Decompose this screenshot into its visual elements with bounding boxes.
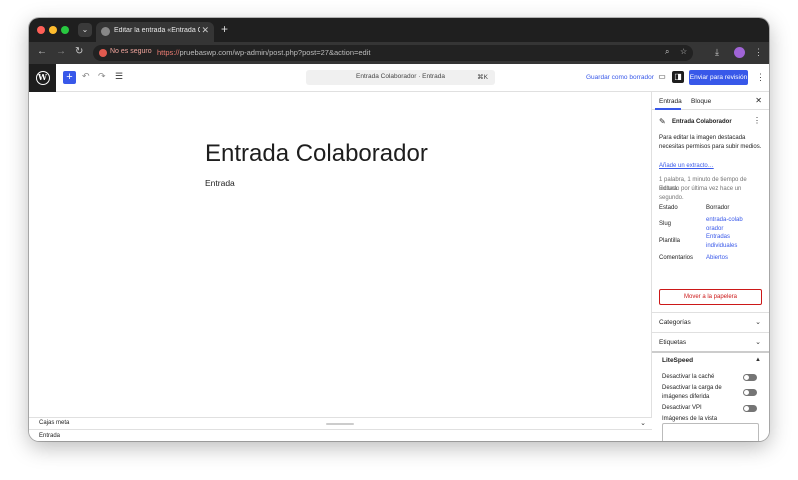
slug-label: Slug — [659, 221, 672, 227]
save-draft-button[interactable]: Guardar como borrador — [586, 74, 654, 81]
settings-sidebar: Entrada Bloque ✕ ✎ Entrada Colaborador ⋮… — [652, 92, 769, 441]
chevron-up-icon[interactable]: ▲ — [755, 357, 761, 363]
download-icon[interactable]: ⤓ — [715, 47, 719, 58]
url-scheme: https:// — [157, 48, 180, 57]
last-edited: Editado por última vez hace un segundo. — [659, 186, 742, 201]
maximize-window-button[interactable] — [61, 26, 69, 34]
close-sidebar-icon[interactable]: ✕ — [755, 96, 762, 105]
new-tab-button[interactable]: + — [221, 22, 228, 36]
command-palette-bar[interactable]: Entrada Colaborador · Entrada ⌘K — [306, 70, 495, 85]
command-title: Entrada Colaborador · Entrada — [356, 73, 445, 80]
block-inserter-button[interactable]: + — [63, 71, 76, 84]
tab-list-chevron-icon[interactable]: ⌄ — [78, 23, 92, 37]
browser-window: ⌄ Editar la entrada «Entrada Colaborador… — [29, 18, 769, 441]
resize-handle[interactable] — [326, 423, 354, 425]
meta-boxes-label: Cajas meta — [39, 420, 70, 426]
move-to-trash-button[interactable]: Mover a la papelera — [659, 289, 762, 305]
zoom-search-icon[interactable]: ⌕ — [665, 47, 669, 57]
chevron-down-icon[interactable]: ⌄ — [640, 419, 646, 427]
browser-tab[interactable]: Editar la entrada «Entrada Colaborador» … — [96, 22, 214, 42]
disable-cache-label: Desactivar la caché — [662, 374, 715, 380]
document-overview-icon[interactable]: ☰ — [115, 71, 123, 82]
viewport-images-textarea[interactable] — [662, 423, 759, 441]
editor-canvas[interactable]: Entrada Colaborador Entrada — [29, 92, 652, 417]
close-window-button[interactable] — [37, 26, 45, 34]
browser-tab-bar: ⌄ Editar la entrada «Entrada Colaborador… — [29, 18, 769, 42]
breadcrumb: Entrada — [29, 429, 652, 441]
post-pin-icon: ✎ — [659, 117, 666, 126]
disable-lazy-label: Desactivar la carga de imágenes diferida — [662, 385, 722, 400]
command-shortcut: ⌘K — [477, 74, 488, 81]
status-label: Estado — [659, 205, 678, 211]
disable-cache-toggle[interactable] — [743, 374, 757, 381]
tags-panel-toggle[interactable]: Etiquetas — [659, 339, 686, 346]
post-paragraph[interactable]: Entrada — [205, 178, 235, 188]
post-summary-title: Entrada Colaborador — [672, 119, 732, 125]
sidebar-tabs: Entrada Bloque ✕ — [652, 92, 769, 110]
featured-image-note: Para editar la imagen destacada necesita… — [659, 135, 762, 150]
breadcrumb-item[interactable]: Entrada — [39, 433, 60, 439]
tab-block[interactable]: Bloque — [691, 98, 711, 105]
slug-value[interactable]: entrada-colaborador — [706, 216, 746, 233]
tab-post[interactable]: Entrada — [659, 98, 682, 105]
chevron-down-icon[interactable]: ⌄ — [755, 338, 761, 346]
close-tab-icon[interactable]: ✕ — [201, 25, 209, 36]
template-value[interactable]: Entradas individuales — [706, 233, 748, 250]
browser-menu-icon[interactable]: ⋮ — [754, 47, 763, 58]
address-bar[interactable]: No es seguro https://pruebaswp.com/wp-ad… — [93, 45, 693, 61]
bookmark-star-icon[interactable]: ☆ — [680, 47, 687, 56]
profile-avatar[interactable] — [734, 47, 745, 58]
disable-vpi-toggle[interactable] — [743, 405, 757, 412]
not-secure-icon — [99, 49, 107, 57]
reload-icon[interactable]: ↻ — [75, 46, 83, 57]
browser-toolbar: ← → ↻ No es seguro https://pruebaswp.com… — [29, 42, 769, 64]
wordpress-logo-icon[interactable]: W — [29, 64, 56, 92]
status-value[interactable]: Borrador — [706, 204, 729, 213]
submit-for-review-button[interactable]: Enviar para revisión — [689, 70, 748, 85]
post-title[interactable]: Entrada Colaborador — [205, 140, 428, 168]
categories-panel-toggle[interactable]: Categorías — [659, 319, 691, 326]
back-arrow-icon[interactable]: ← — [37, 46, 47, 57]
post-actions-icon[interactable]: ⋮ — [753, 116, 761, 126]
url-path: pruebaswp.com/wp-admin/post.php?post=27&… — [179, 48, 371, 57]
template-label: Plantilla — [659, 238, 681, 244]
undo-icon[interactable]: ↶ — [82, 71, 90, 82]
url-text[interactable]: https://pruebaswp.com/wp-admin/post.php?… — [157, 48, 370, 57]
add-excerpt-link[interactable]: Añade un extracto… — [659, 162, 714, 171]
divider — [652, 312, 769, 313]
preview-icon[interactable]: ▭ — [656, 71, 668, 83]
litespeed-panel-title[interactable]: LiteSpeed — [662, 357, 693, 364]
comments-value[interactable]: Abiertos — [706, 254, 728, 263]
chevron-down-icon[interactable]: ⌄ — [755, 318, 761, 326]
options-menu-icon[interactable]: ⋮ — [756, 72, 765, 83]
forward-arrow-icon[interactable]: → — [56, 46, 66, 57]
divider — [652, 351, 769, 353]
editor-header: W + ↶ ↷ ☰ Entrada Colaborador · Entrada … — [29, 64, 769, 92]
settings-sidebar-icon[interactable]: ◨ — [672, 71, 684, 83]
security-label[interactable]: No es seguro — [110, 48, 152, 55]
divider — [652, 332, 769, 333]
disable-vpi-label: Desactivar VPI — [662, 405, 702, 411]
minimize-window-button[interactable] — [49, 26, 57, 34]
disable-lazy-toggle[interactable] — [743, 389, 757, 396]
active-tab-indicator — [655, 108, 681, 110]
tab-title: Editar la entrada «Entrada Colaborador» … — [114, 27, 200, 34]
wordpress-favicon-icon — [101, 27, 110, 36]
comments-label: Comentarios — [659, 255, 694, 261]
meta-boxes-bar[interactable]: Cajas meta ⌄ — [29, 417, 652, 429]
redo-icon[interactable]: ↷ — [98, 71, 106, 82]
